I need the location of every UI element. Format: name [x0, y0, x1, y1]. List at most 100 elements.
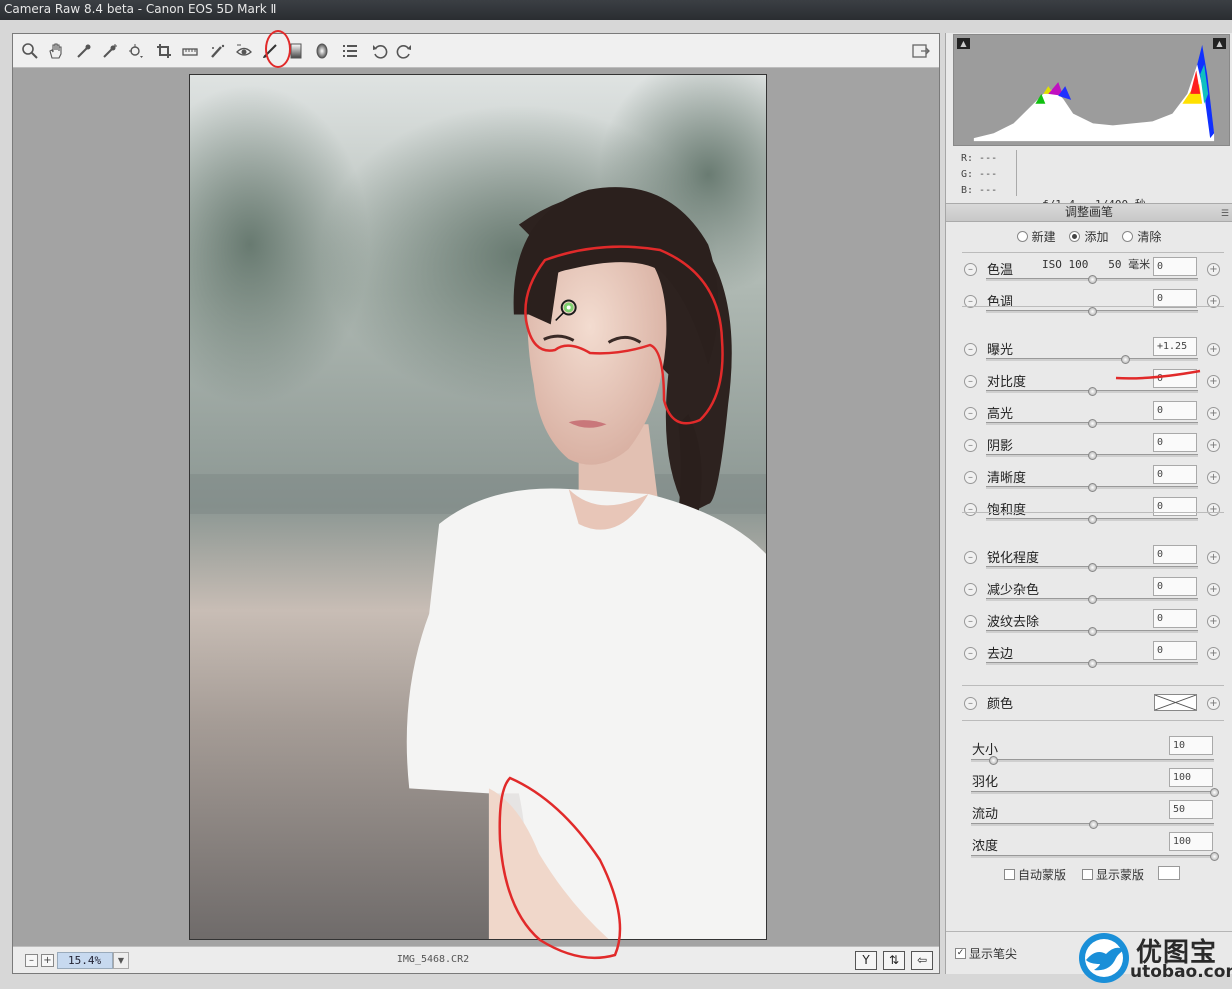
mode-add[interactable]: 添加: [1069, 228, 1109, 245]
preferences-icon[interactable]: [339, 40, 361, 62]
slider-track[interactable]: [986, 358, 1198, 361]
show-pins-checkbox[interactable]: ✓ 显示笔尖: [955, 945, 1017, 962]
slider-value-field[interactable]: 0: [1153, 609, 1197, 628]
slider-plus-icon[interactable]: +: [1207, 615, 1220, 628]
zoom-level-field[interactable]: 15.4%: [57, 952, 113, 969]
slider-minus-icon[interactable]: –: [964, 471, 977, 484]
slider-plus-icon[interactable]: +: [1207, 343, 1220, 356]
checkbox-icon[interactable]: [1082, 869, 1093, 880]
slider-thumb[interactable]: [1121, 355, 1131, 364]
slider-thumb[interactable]: [1088, 387, 1097, 396]
rotate-ccw-icon[interactable]: [369, 40, 391, 62]
slider-minus-icon[interactable]: –: [964, 375, 977, 388]
hand-tool-icon[interactable]: [45, 40, 67, 62]
slider-thumb[interactable]: [1088, 595, 1097, 604]
brush-track[interactable]: [971, 855, 1214, 858]
slider-plus-icon[interactable]: +: [1207, 583, 1220, 596]
brush-value-field[interactable]: 100: [1169, 768, 1213, 787]
rotate-cw-icon[interactable]: [393, 40, 415, 62]
straighten-tool-icon[interactable]: [179, 40, 201, 62]
photo-preview[interactable]: [189, 74, 767, 940]
brush-track[interactable]: [971, 791, 1214, 794]
slider-value-field[interactable]: 0: [1153, 641, 1197, 660]
slider-value-field[interactable]: 0: [1153, 577, 1197, 596]
slider-plus-icon[interactable]: +: [1207, 471, 1220, 484]
slider-thumb[interactable]: [1088, 419, 1097, 428]
shadow-clipping-icon[interactable]: ▲: [957, 38, 970, 49]
white-balance-tool-icon[interactable]: [73, 40, 95, 62]
slider-minus-icon[interactable]: –: [964, 407, 977, 420]
slider-thumb[interactable]: [1088, 307, 1097, 316]
targeted-adjustment-tool-icon[interactable]: [125, 40, 147, 62]
slider-minus-icon[interactable]: –: [964, 647, 977, 660]
slider-value-field[interactable]: 0: [1153, 257, 1197, 276]
slider-minus-icon[interactable]: –: [964, 263, 977, 276]
slider-thumb[interactable]: [1088, 627, 1097, 636]
brush-value-field[interactable]: 10: [1169, 736, 1213, 755]
slider-thumb[interactable]: [1088, 659, 1097, 668]
panel-menu-icon[interactable]: ☰: [1221, 206, 1229, 223]
auto-mask-checkbox[interactable]: 自动蒙版: [1004, 866, 1066, 883]
fullscreen-toggle-icon[interactable]: [911, 41, 931, 61]
zoom-tool-icon[interactable]: [19, 40, 41, 62]
slider-minus-icon[interactable]: –: [964, 343, 977, 356]
slider-value-field[interactable]: 0: [1153, 497, 1197, 516]
swap-before-after-icon[interactable]: ⇅: [883, 951, 905, 970]
slider-plus-icon[interactable]: +: [1207, 439, 1220, 452]
zoom-out-button[interactable]: –: [25, 954, 38, 967]
slider-plus-icon[interactable]: +: [1207, 551, 1220, 564]
checkbox-checked-icon[interactable]: ✓: [955, 948, 966, 959]
mode-new[interactable]: 新建: [1016, 228, 1056, 245]
red-eye-tool-icon[interactable]: [233, 40, 255, 62]
radio-selected-icon[interactable]: [1069, 231, 1081, 242]
color-plus-icon[interactable]: +: [1207, 697, 1220, 710]
brush-track[interactable]: [971, 759, 1214, 762]
zoom-in-button[interactable]: +: [41, 954, 54, 967]
slider-value-field[interactable]: 0: [1153, 401, 1197, 420]
zoom-dropdown-icon[interactable]: ▼: [113, 952, 129, 969]
image-canvas[interactable]: [13, 68, 939, 948]
slider-minus-icon[interactable]: –: [964, 551, 977, 564]
brush-thumb[interactable]: [1210, 852, 1219, 861]
slider-value-field[interactable]: +1.25: [1153, 337, 1197, 356]
slider-plus-icon[interactable]: +: [1207, 263, 1220, 276]
slider-thumb[interactable]: [1088, 451, 1097, 460]
slider-value-field[interactable]: 0: [1153, 465, 1197, 484]
highlight-clipping-icon[interactable]: ▲: [1213, 38, 1226, 49]
radial-filter-tool-icon[interactable]: [311, 40, 333, 62]
copy-settings-icon[interactable]: ⇦: [911, 951, 933, 970]
brush-thumb[interactable]: [1088, 820, 1098, 829]
slider-thumb[interactable]: [1088, 275, 1097, 284]
slider-minus-icon[interactable]: –: [964, 583, 977, 596]
show-mask-checkbox[interactable]: 显示蒙版: [1082, 866, 1144, 883]
slider-thumb[interactable]: [1088, 563, 1097, 572]
slider-minus-icon[interactable]: –: [964, 439, 977, 452]
slider-plus-icon[interactable]: +: [1207, 503, 1220, 516]
color-swatch[interactable]: [1154, 694, 1197, 711]
crop-tool-icon[interactable]: [153, 40, 175, 62]
radio-icon[interactable]: [1122, 231, 1134, 242]
color-sampler-tool-icon[interactable]: [99, 40, 121, 62]
color-minus-icon[interactable]: –: [964, 697, 977, 710]
slider-value-field[interactable]: 0: [1153, 545, 1197, 564]
mask-color-swatch[interactable]: [1158, 866, 1180, 880]
brush-thumb[interactable]: [988, 756, 998, 765]
radio-icon[interactable]: [1016, 231, 1028, 242]
brush-thumb[interactable]: [1210, 788, 1219, 797]
slider-minus-icon[interactable]: –: [964, 615, 977, 628]
mode-erase[interactable]: 清除: [1122, 228, 1161, 245]
slider-thumb[interactable]: [1088, 483, 1097, 492]
slider-value-field[interactable]: 0: [1153, 433, 1197, 452]
slider-thumb[interactable]: [1088, 515, 1097, 524]
spot-removal-tool-icon[interactable]: [207, 40, 229, 62]
show-mask-label: 显示蒙版: [1096, 868, 1145, 882]
brush-value-field[interactable]: 50: [1169, 800, 1213, 819]
slider-minus-icon[interactable]: –: [964, 503, 977, 516]
view-toggle-button[interactable]: Y: [855, 951, 877, 970]
checkbox-icon[interactable]: [1004, 869, 1015, 880]
brush-value-field[interactable]: 100: [1169, 832, 1213, 851]
slider-plus-icon[interactable]: +: [1207, 375, 1220, 388]
slider-plus-icon[interactable]: +: [1207, 647, 1220, 660]
slider-plus-icon[interactable]: +: [1207, 407, 1220, 420]
slider-value-field[interactable]: 0: [1153, 369, 1197, 388]
